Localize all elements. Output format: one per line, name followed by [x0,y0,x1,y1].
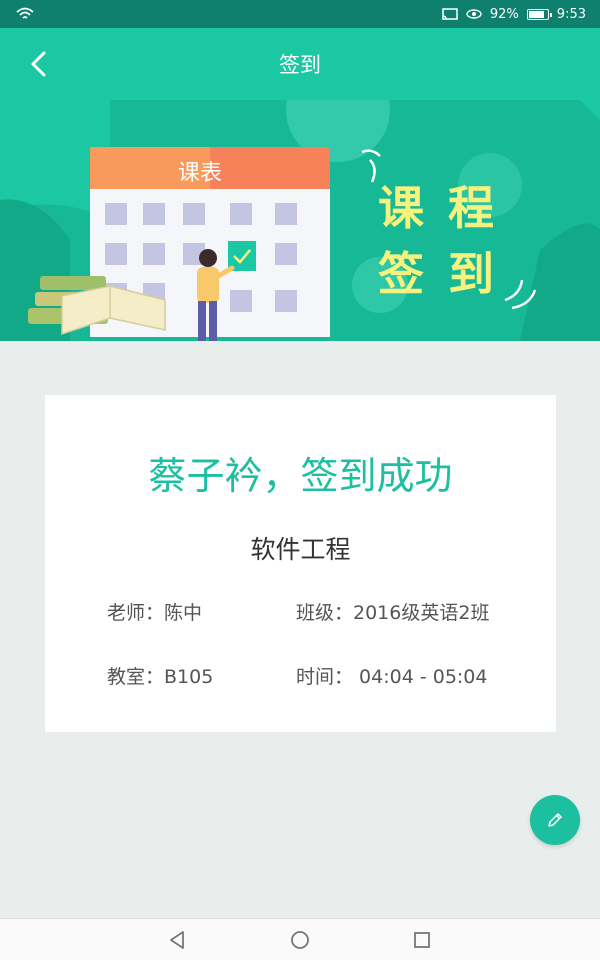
calendar-title: 课表 [178,161,223,186]
home-circle-icon[interactable] [288,928,312,952]
wifi-icon [16,7,34,19]
time-info: 时间： 04:04 - 05:04 [296,666,488,688]
room-info: 教室：B105 [107,666,214,688]
edit-fab-button[interactable] [530,795,580,845]
teacher-info: 老师：陈中 [107,602,203,624]
banner-illustration: 课表 课 程 签 到 [0,100,600,341]
banner-char-2: 程 [448,181,494,235]
eye-icon [466,9,482,19]
status-bar-right: 92% 9:53 [442,7,586,22]
recents-square-icon[interactable] [410,928,434,952]
banner-art [0,100,600,341]
banner-char-1: 课 [378,181,424,235]
status-bar: 92% 9:53 [0,0,600,28]
pencil-icon [548,813,562,827]
class-info: 班级：2016级英语2班 [296,602,490,624]
system-nav-bar [0,918,600,960]
banner-char-3: 签 [378,247,424,301]
checkin-result-card: 蔡子衿，签到成功 软件工程 老师：陈中 班级：2016级英语2班 教室：B105… [45,395,556,732]
banner-char-4: 到 [448,247,494,301]
battery-percent: 92% [489,6,519,22]
cast-icon [442,7,458,20]
battery-icon [526,8,552,20]
back-triangle-icon[interactable] [165,928,189,952]
battery-level [528,10,545,18]
chevron-left-icon[interactable] [24,48,56,80]
course-name: 软件工程 [250,535,351,564]
checkin-success-text: 蔡子衿，签到成功 [148,454,453,498]
clock: 9:53 [556,6,586,22]
app-header: 签到 [0,28,600,100]
page-title: 签到 [279,53,321,77]
